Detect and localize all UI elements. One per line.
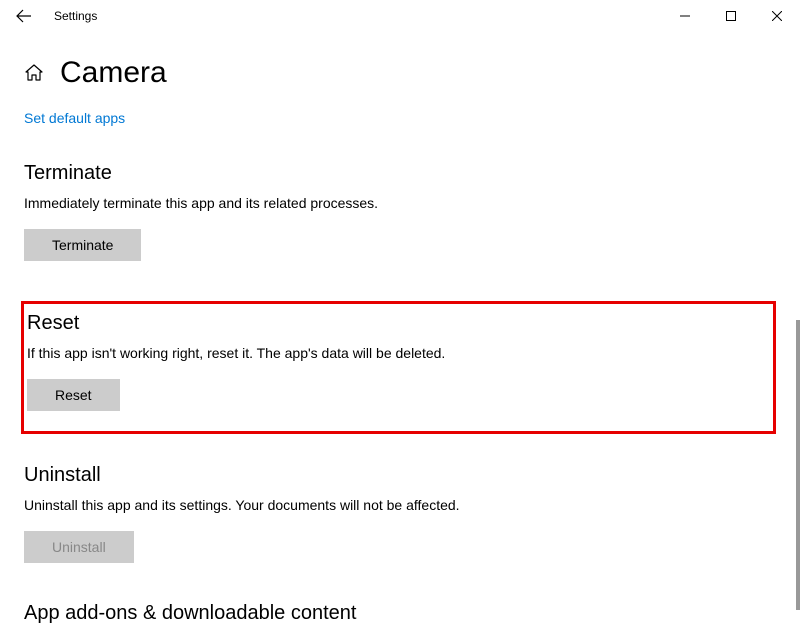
- back-button[interactable]: [8, 0, 40, 32]
- minimize-button[interactable]: [662, 0, 708, 32]
- scrollbar[interactable]: [796, 320, 800, 610]
- close-button[interactable]: [754, 0, 800, 32]
- titlebar: Settings: [0, 0, 800, 32]
- maximize-button[interactable]: [708, 0, 754, 32]
- minimize-icon: [680, 11, 690, 21]
- page-header: Camera: [24, 56, 776, 90]
- reset-highlight-box: Reset If this app isn't working right, r…: [21, 301, 776, 434]
- terminate-section: Terminate Immediately terminate this app…: [24, 162, 776, 261]
- uninstall-section: Uninstall Uninstall this app and its set…: [24, 464, 776, 563]
- set-default-apps-link[interactable]: Set default apps: [24, 110, 125, 126]
- terminate-button[interactable]: Terminate: [24, 229, 141, 261]
- reset-button[interactable]: Reset: [27, 379, 120, 411]
- content-area: Camera Set default apps Terminate Immedi…: [0, 32, 800, 563]
- window-controls: [662, 0, 800, 32]
- terminate-description: Immediately terminate this app and its r…: [24, 195, 776, 211]
- maximize-icon: [726, 11, 736, 21]
- reset-description: If this app isn't working right, reset i…: [27, 345, 763, 361]
- uninstall-heading: Uninstall: [24, 464, 776, 487]
- home-icon: [24, 63, 44, 83]
- uninstall-description: Uninstall this app and its settings. You…: [24, 497, 776, 513]
- addons-heading-cutoff: App add-ons & downloadable content: [24, 602, 356, 625]
- page-title: Camera: [60, 56, 167, 90]
- reset-section: Reset If this app isn't working right, r…: [24, 312, 763, 361]
- window-title: Settings: [54, 9, 97, 23]
- close-icon: [772, 11, 782, 21]
- uninstall-button[interactable]: Uninstall: [24, 531, 134, 563]
- reset-heading: Reset: [27, 312, 763, 335]
- terminate-heading: Terminate: [24, 162, 776, 185]
- arrow-left-icon: [16, 8, 32, 24]
